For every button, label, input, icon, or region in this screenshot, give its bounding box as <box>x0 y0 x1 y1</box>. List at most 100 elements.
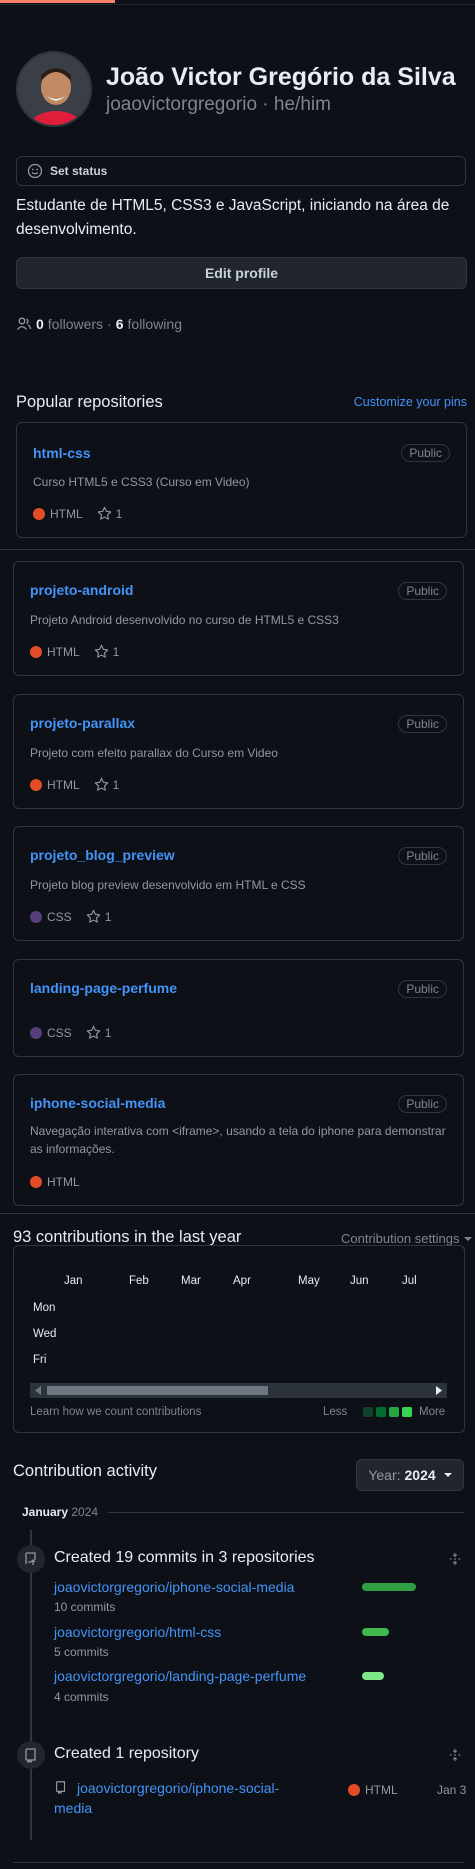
caret-down-icon <box>443 1473 452 1477</box>
stargazers-link[interactable]: 1 <box>94 777 120 792</box>
edit-profile-button[interactable]: Edit profile <box>16 257 467 289</box>
visibility-badge: Public <box>398 980 447 998</box>
learn-contributions-link[interactable]: Learn how we count contributions <box>30 1406 201 1418</box>
following-link[interactable]: following <box>128 316 182 332</box>
commit-repo-link[interactable]: joaovictorgregorio/html-css <box>54 1624 221 1640</box>
contribution-activity-title: Contribution activity <box>13 1462 157 1480</box>
repo-link[interactable]: iphone-social-media <box>30 1095 165 1111</box>
month-year: 2024 <box>71 1505 99 1519</box>
profile-name: João Victor Gregório da Silva <box>106 63 456 91</box>
repo-card-projeto-parallax: projeto-parallax Public Projeto com efei… <box>13 694 464 809</box>
repo-link[interactable]: projeto-android <box>30 582 133 598</box>
created-repo-link[interactable]: joaovictorgregorio/iphone-social-media <box>54 1778 299 1818</box>
avatar[interactable] <box>16 51 92 127</box>
commit-repo-link[interactable]: joaovictorgregorio/iphone-social-media <box>54 1579 294 1595</box>
commit-share-bar <box>362 1628 389 1636</box>
repo-language: HTML <box>47 644 80 659</box>
month-label: Jul <box>402 1275 417 1287</box>
commit-repo-link[interactable]: joaovictorgregorio/landing-page-perfume <box>54 1668 306 1684</box>
repo-language: CSS <box>47 1025 72 1040</box>
repo-card-html-css: html-css Public Curso HTML5 e CSS3 (Curs… <box>16 422 467 538</box>
customize-pins-link[interactable]: Customize your pins <box>354 395 467 409</box>
created-repo-date: Jan 3 <box>437 1783 467 1797</box>
divider <box>0 4 475 5</box>
repo-link[interactable]: projeto-parallax <box>30 715 135 731</box>
star-count: 1 <box>115 506 123 521</box>
fold-icon[interactable] <box>448 1552 462 1566</box>
weekday-label: Wed <box>33 1328 57 1340</box>
active-tab-underline <box>0 0 115 3</box>
visibility-badge: Public <box>398 582 447 600</box>
repo-icon <box>25 1748 36 1763</box>
repo-meta: CSS 1 <box>30 909 111 924</box>
star-count: 1 <box>104 909 112 924</box>
star-icon <box>97 506 111 520</box>
repo-meta: HTML <box>30 1175 80 1189</box>
language-color-dot <box>30 1176 42 1188</box>
following-count[interactable]: 6 <box>116 316 124 332</box>
month-heading: January 2024 <box>22 1505 98 1519</box>
created-repo-language: HTML <box>365 1783 398 1797</box>
repo-description: Projeto Android desenvolvido no curso de… <box>30 613 339 627</box>
star-icon <box>94 644 108 658</box>
commit-count-link[interactable]: 10 commits <box>54 1600 115 1614</box>
scroll-left-icon[interactable] <box>34 1386 42 1395</box>
commit-count-link[interactable]: 4 commits <box>54 1690 109 1704</box>
repo-push-icon <box>25 1552 36 1565</box>
repo-language: HTML <box>50 506 83 521</box>
set-status-label: Set status <box>50 164 108 178</box>
month-label: May <box>298 1275 320 1287</box>
month-name: January <box>22 1505 69 1519</box>
repo-meta: CSS 1 <box>30 1025 111 1040</box>
stargazers-link[interactable]: 1 <box>97 506 123 521</box>
weekday-label: Mon <box>33 1302 56 1314</box>
created-repo-title: Created 1 repository <box>54 1745 199 1762</box>
repo-card-projeto-blog-preview: projeto_blog_preview Public Projeto blog… <box>13 826 464 941</box>
year-select-button[interactable]: Year: 2024 <box>356 1459 464 1491</box>
stargazers-link[interactable]: 1 <box>86 1025 112 1040</box>
divider <box>108 1512 464 1513</box>
star-icon <box>86 1025 100 1039</box>
legend-square <box>376 1407 386 1417</box>
people-icon <box>16 317 32 330</box>
commit-share-bar <box>362 1583 416 1591</box>
legend-more: More <box>419 1406 446 1418</box>
language-color-dot <box>30 910 42 923</box>
scrollbar-thumb[interactable] <box>47 1386 268 1395</box>
legend-square <box>402 1407 412 1417</box>
repo-card-projeto-android: projeto-android Public Projeto Android d… <box>13 561 464 676</box>
visibility-badge: Public <box>398 847 447 865</box>
avatar-image <box>18 53 90 125</box>
month-label: Mar <box>181 1275 201 1287</box>
profile-bio: Estudante de HTML5, CSS3 e JavaScript, i… <box>16 197 450 238</box>
visibility-badge: Public <box>398 1095 447 1113</box>
month-label: Apr <box>233 1275 251 1287</box>
repo-link[interactable]: html-css <box>33 445 91 461</box>
contribution-legend <box>363 1407 412 1417</box>
star-count: 1 <box>104 1025 112 1040</box>
stargazers-link[interactable]: 1 <box>94 644 119 659</box>
followers-link[interactable]: followers <box>48 316 103 332</box>
set-status-button[interactable]: Set status <box>16 156 466 186</box>
commit-count-link[interactable]: 5 commits <box>54 1645 109 1659</box>
timeline-line <box>30 1530 32 1840</box>
repo-card-iphone-social-media: iphone-social-media Public Navegação int… <box>13 1074 464 1206</box>
created-repo-icon-wrap <box>17 1741 45 1769</box>
repo-meta: HTML 1 <box>30 644 119 659</box>
repo-link[interactable]: landing-page-perfume <box>30 980 177 996</box>
contribution-settings-button[interactable]: Contribution settings <box>341 1231 472 1246</box>
star-count: 1 <box>112 777 120 792</box>
profile-login: joaovictorgregorio · he/him <box>106 94 331 115</box>
fold-icon[interactable] <box>448 1748 462 1762</box>
star-icon <box>94 777 108 791</box>
repo-description: Projeto blog preview desenvolvido em HTM… <box>30 878 306 892</box>
scroll-right-icon[interactable] <box>435 1386 443 1395</box>
star-icon <box>86 909 100 923</box>
stargazers-link[interactable]: 1 <box>86 909 112 924</box>
contribution-graph <box>13 1245 465 1433</box>
repo-meta: HTML 1 <box>33 506 122 521</box>
visibility-badge: Public <box>398 715 447 733</box>
repo-card-landing-page-perfume: landing-page-perfume Public CSS 1 <box>13 959 464 1057</box>
followers-count[interactable]: 0 <box>36 316 44 332</box>
repo-link[interactable]: projeto_blog_preview <box>30 847 175 863</box>
